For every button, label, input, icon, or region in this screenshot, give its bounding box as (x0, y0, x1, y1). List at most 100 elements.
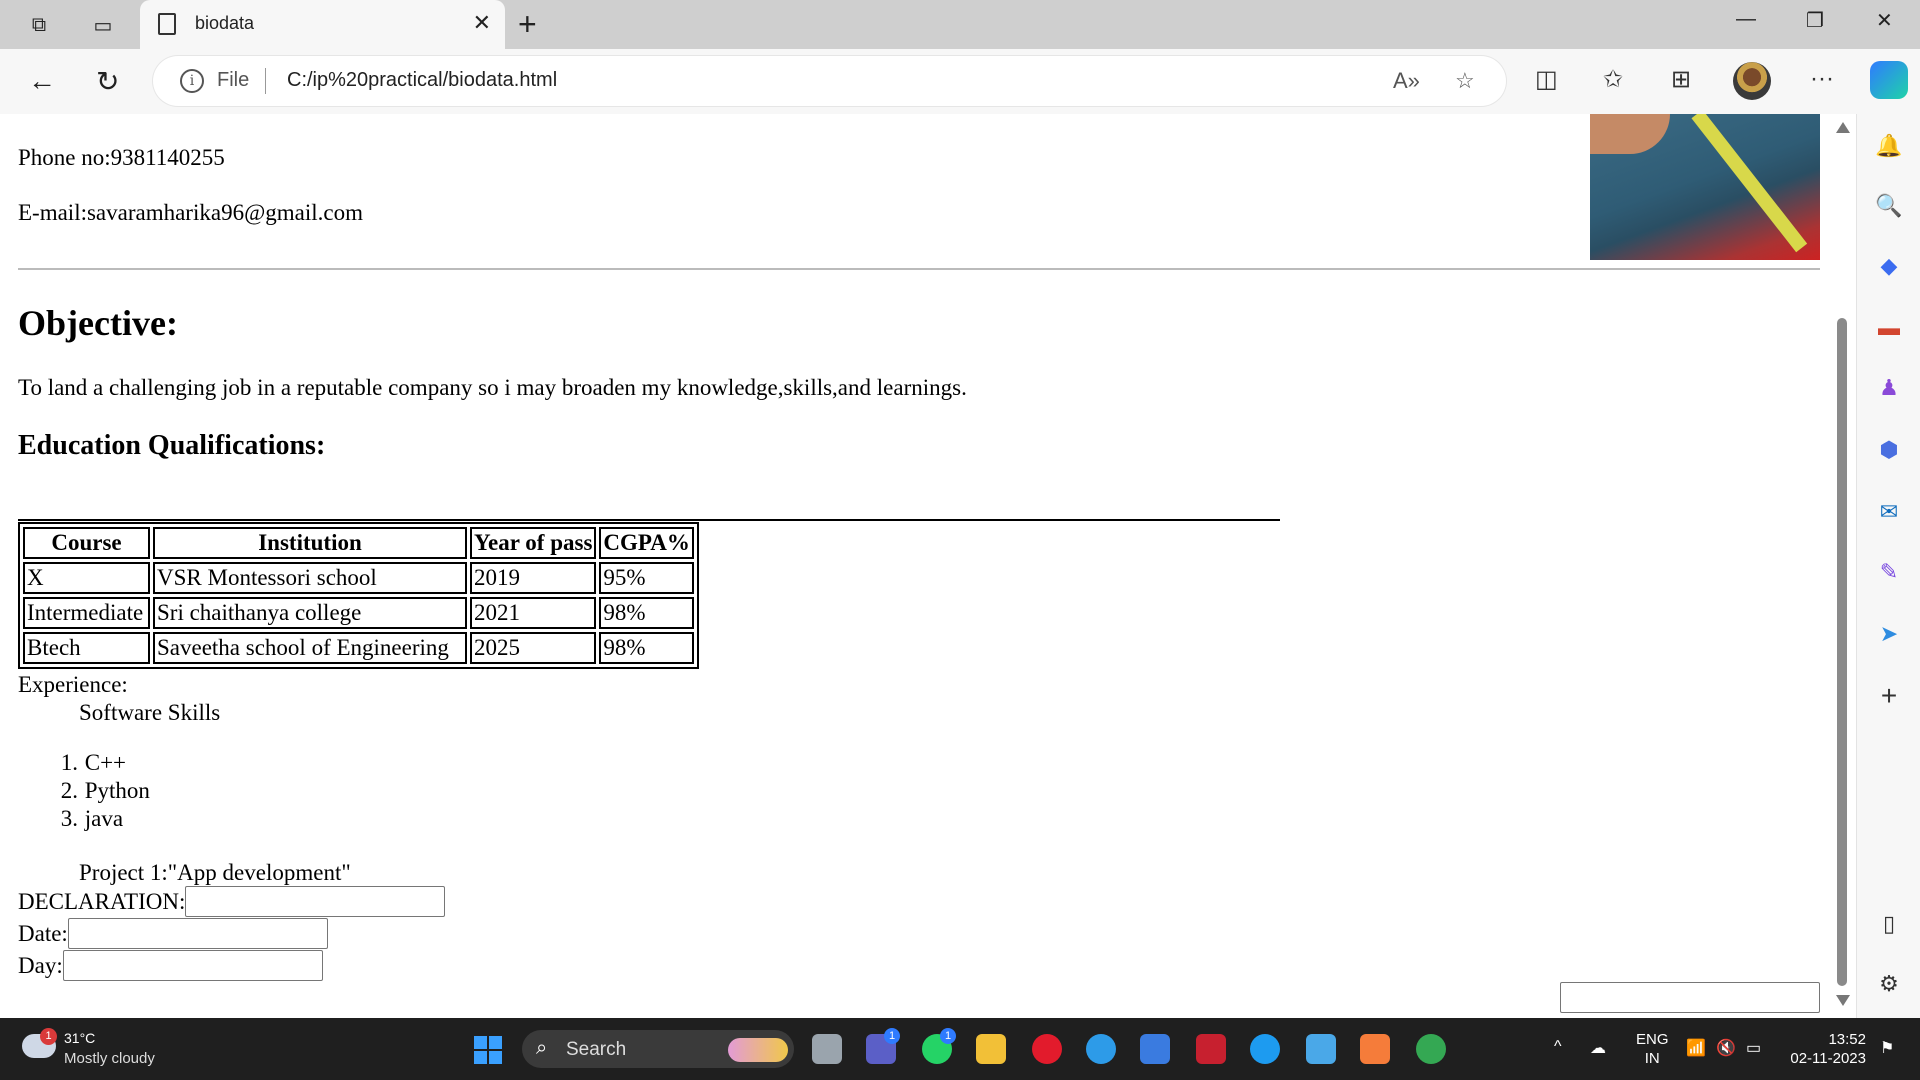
url-scheme: File (217, 69, 250, 91)
email-text: E-mail:savaramharika96@gmail.com (18, 200, 363, 225)
date-label: Date: (18, 920, 68, 946)
notifications-bell-icon[interactable]: 🔔 (1875, 132, 1903, 160)
search-label: Search (566, 1039, 627, 1060)
workspaces-icon[interactable]: ⧉ (24, 10, 54, 40)
collections-icon[interactable]: ⊞ (1671, 65, 1691, 94)
weather-condition[interactable]: Mostly cloudy (64, 1050, 155, 1067)
scroll-thumb[interactable] (1837, 318, 1847, 986)
hide-sidebar-icon[interactable]: ▯ (1875, 910, 1903, 938)
teams-badge: 1 (884, 1028, 900, 1044)
favorite-star-icon[interactable]: ☆ (1455, 68, 1475, 94)
day-label: Day: (18, 952, 63, 978)
wifi-icon[interactable]: 📶 (1686, 1038, 1706, 1058)
declaration-row: DECLARATION: (18, 886, 446, 917)
cell-year: 2019 (470, 562, 597, 594)
tab-strip: ⧉ ▭ biodata ✕ + — ❐ ✕ (0, 0, 1920, 49)
show-hidden-icons-chevron-icon[interactable]: ^ (1554, 1038, 1562, 1056)
help-icon[interactable] (1086, 1034, 1116, 1064)
close-window-icon[interactable]: ✕ (1876, 8, 1893, 33)
search-highlight-icon (728, 1038, 788, 1062)
opera-icon[interactable] (1032, 1034, 1062, 1064)
restore-icon[interactable]: ❐ (1806, 8, 1824, 33)
project-text: Project 1:"App development" (79, 860, 351, 885)
cell-year: 2021 (470, 597, 597, 629)
info-icon[interactable]: i (180, 69, 204, 93)
day-row: Day: (18, 950, 323, 981)
back-icon[interactable]: ← (28, 65, 56, 97)
send-icon[interactable]: ➤ (1875, 620, 1903, 648)
vertical-scrollbar[interactable] (1830, 114, 1854, 1018)
profile-photo (1590, 114, 1820, 260)
microsoft-store-icon[interactable] (1140, 1034, 1170, 1064)
profile-avatar[interactable] (1733, 62, 1771, 100)
experience-label: Experience: (18, 672, 128, 697)
language-code: ENG (1636, 1031, 1669, 1048)
date-input[interactable] (67, 918, 328, 949)
clock-time: 13:52 (1828, 1031, 1866, 1048)
task-view-icon[interactable] (812, 1034, 842, 1064)
address-bar[interactable]: i File C:/ip%20practical/biodata.html A»… (153, 56, 1506, 106)
add-sidebar-app-icon[interactable]: + (1875, 680, 1903, 711)
more-menu-icon[interactable]: ··· (1810, 65, 1834, 93)
system-clock[interactable]: 13:52 02-11-2023 (1786, 1030, 1866, 1068)
notepad-icon[interactable] (1306, 1034, 1336, 1064)
xampp-icon[interactable] (1360, 1034, 1390, 1064)
shopping-tag-icon[interactable]: ◆ (1875, 252, 1903, 280)
cell-cgpa: 98% (599, 597, 694, 629)
temperature[interactable]: 31°C (64, 1030, 95, 1046)
taskbar-search[interactable]: ⌕ Search (522, 1030, 794, 1068)
objective-heading: Objective: (18, 303, 178, 343)
cell-year: 2025 (470, 632, 597, 664)
day-input[interactable] (62, 950, 323, 981)
tab-title: biodata (195, 13, 255, 33)
bottom-text-input[interactable] (1560, 982, 1820, 1013)
clock-date: 02-11-2023 (1790, 1050, 1866, 1067)
cell-institution: Saveetha school of Engineering (153, 632, 467, 664)
header-course: Course (23, 527, 150, 559)
phone-text: Phone no:9381140255 (18, 145, 225, 170)
microsoft-365-icon[interactable]: ⬢ (1875, 436, 1903, 464)
whatsapp-badge: 1 (940, 1028, 956, 1044)
volume-muted-icon[interactable]: 🔇 (1716, 1038, 1736, 1058)
close-tab-icon[interactable]: ✕ (473, 10, 491, 36)
language-indicator[interactable]: ENG IN (1636, 1030, 1669, 1068)
declaration-label: DECLARATION: (18, 888, 186, 914)
onedrive-icon[interactable]: ☁ (1590, 1038, 1606, 1058)
start-button[interactable] (474, 1036, 502, 1064)
cell-course: Btech (23, 632, 150, 664)
refresh-icon[interactable]: ↻ (96, 65, 119, 98)
header-institution: Institution (153, 527, 467, 559)
cell-cgpa: 95% (599, 562, 694, 594)
declaration-input[interactable] (185, 886, 446, 917)
read-aloud-icon[interactable]: A» (1393, 68, 1420, 94)
url-text[interactable]: C:/ip%20practical/biodata.html (287, 69, 557, 92)
search-icon[interactable]: 🔍 (1875, 192, 1903, 220)
chrome-icon[interactable] (1416, 1034, 1446, 1064)
tab-actions-icon[interactable]: ▭ (88, 10, 118, 40)
cell-course: X (23, 562, 150, 594)
minimize-icon[interactable]: — (1736, 8, 1756, 31)
copilot-icon[interactable] (1870, 61, 1908, 99)
designer-icon[interactable]: ✎ (1875, 558, 1903, 586)
notification-center-icon[interactable]: ⚑ (1880, 1038, 1894, 1058)
table-row: Intermediate Sri chaithanya college 2021… (23, 597, 694, 629)
sidebar-settings-gear-icon[interactable]: ⚙ (1875, 970, 1903, 998)
tools-briefcase-icon[interactable]: ▬ (1875, 314, 1903, 342)
split-screen-icon[interactable]: ◫ (1535, 65, 1558, 94)
tab-biodata[interactable]: biodata ✕ (140, 0, 505, 49)
edge-icon[interactable] (1250, 1034, 1280, 1064)
mcafee-icon[interactable] (1196, 1034, 1226, 1064)
file-explorer-icon[interactable] (976, 1034, 1006, 1064)
new-tab-button[interactable]: + (518, 6, 537, 43)
games-icon[interactable]: ♟ (1875, 374, 1903, 402)
objective-text: To land a challenging job in a reputable… (18, 375, 967, 400)
outlook-icon[interactable]: ✉ (1875, 498, 1903, 526)
address-toolbar: ← ↻ i File C:/ip%20practical/biodata.htm… (0, 49, 1920, 114)
header-year: Year of pass (470, 527, 597, 559)
favorites-icon[interactable]: ✩ (1603, 65, 1623, 94)
page-content: Phone no:9381140255 E-mail:savaramharika… (0, 114, 1830, 1018)
battery-icon[interactable]: ▭ (1746, 1038, 1761, 1058)
scroll-down-arrow-icon[interactable] (1836, 995, 1850, 1006)
table-header-row: Course Institution Year of pass CGPA% (23, 527, 694, 559)
scroll-up-arrow-icon[interactable] (1836, 122, 1850, 133)
